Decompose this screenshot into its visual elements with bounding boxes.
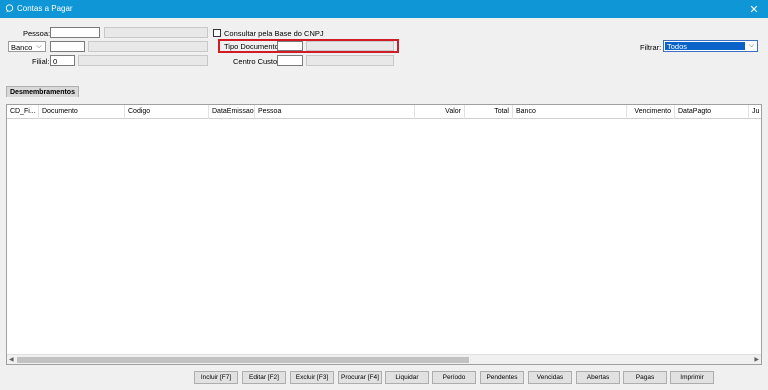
tipo-documento-label: Tipo Documento: (224, 42, 281, 51)
scroll-left-icon[interactable]: ◀ (9, 356, 14, 363)
pendentes-button[interactable]: Pendentes (480, 371, 524, 384)
cnpj-checkbox[interactable] (213, 29, 221, 37)
centro-custo-input[interactable] (277, 55, 303, 66)
tipo-documento-name-field (306, 41, 394, 51)
imprimir-button[interactable]: Imprimir (670, 371, 714, 384)
col-documento[interactable]: Documento (39, 105, 125, 119)
chevron-down-icon: ⌵ (36, 42, 42, 50)
filial-code-input[interactable]: 0 (50, 55, 75, 66)
tipo-documento-input[interactable] (277, 41, 303, 51)
col-valor[interactable]: Valor (415, 105, 465, 119)
col-codigo[interactable]: Codigo (125, 105, 209, 119)
excluir-button[interactable]: Excluir [F3] (290, 371, 334, 384)
abertas-button[interactable]: Abertas (576, 371, 620, 384)
pessoa-name-field (104, 27, 208, 38)
scroll-right-icon[interactable]: ▶ (754, 356, 759, 363)
pagas-button[interactable]: Pagas (623, 371, 667, 384)
col-juros[interactable]: Ju (749, 105, 761, 119)
scrollbar-thumb[interactable] (17, 357, 469, 363)
col-cd-filial[interactable]: CD_Fi... (7, 105, 39, 119)
banco-code-input[interactable] (50, 41, 85, 52)
editar-button[interactable]: Editar [F2] (242, 371, 286, 384)
liquidar-button[interactable]: Liquidar (385, 371, 429, 384)
filial-name-field (78, 55, 208, 66)
vencidas-button[interactable]: Vencidas (528, 371, 572, 384)
grid-header: CD_Fi... Documento Codigo DataEmissao Pe… (7, 105, 761, 119)
centro-custo-name-field (306, 55, 394, 66)
chevron-down-icon: ⌵ (748, 42, 755, 49)
tab-desmembramentos[interactable]: Desmembramentos (6, 86, 79, 97)
col-banco[interactable]: Banco (513, 105, 627, 119)
horizontal-scrollbar[interactable]: ◀ ▶ (7, 354, 761, 364)
filial-label: Filial: (32, 57, 50, 66)
chat-bubble-icon (5, 4, 14, 13)
cnpj-checkbox-label: Consultar pela Base do CNPJ (224, 29, 324, 38)
col-vencimento[interactable]: Vencimento (627, 105, 675, 119)
filtrar-select-value: Todos (665, 42, 745, 50)
incluir-button[interactable]: Incluir [F7] (194, 371, 238, 384)
filtrar-select[interactable]: Todos ⌵ (663, 40, 758, 52)
procurar-button[interactable]: Procurar [F4] (338, 371, 382, 384)
banco-name-field (88, 41, 208, 52)
window-title: Contas a Pagar (17, 4, 73, 13)
banco-select-value: Banco (11, 43, 33, 52)
close-button[interactable]: ✕ (740, 0, 768, 18)
pessoa-label: Pessoa: (23, 29, 51, 38)
banco-select[interactable]: Banco ⌵ (8, 41, 46, 52)
col-pessoa[interactable]: Pessoa (255, 105, 415, 119)
col-total[interactable]: Total (465, 105, 513, 119)
filtrar-label: Filtrar: (640, 43, 662, 52)
col-dataemissao[interactable]: DataEmissao (209, 105, 255, 119)
col-datapagto[interactable]: DataPagto (675, 105, 749, 119)
centro-custo-label: Centro Custo: (233, 57, 280, 66)
title-bar: Contas a Pagar ✕ (0, 0, 768, 18)
data-grid[interactable]: CD_Fi... Documento Codigo DataEmissao Pe… (6, 104, 762, 365)
pessoa-code-input[interactable] (50, 27, 100, 38)
periodo-button[interactable]: Período (432, 371, 476, 384)
